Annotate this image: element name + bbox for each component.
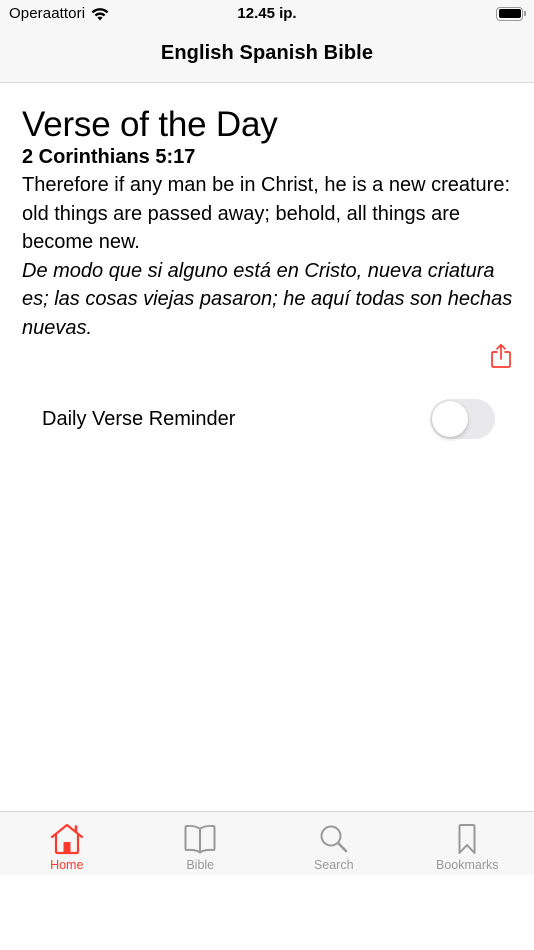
- share-icon: [491, 343, 511, 368]
- tab-bookmarks[interactable]: Bookmarks: [401, 812, 534, 875]
- tab-bible[interactable]: Bible: [134, 812, 268, 875]
- tab-bookmarks-label: Bookmarks: [435, 858, 499, 872]
- tab-home[interactable]: Home: [0, 812, 134, 875]
- battery-icon: [496, 6, 526, 21]
- tab-bible-label: Bible: [186, 858, 215, 872]
- bookmark-icon: [450, 823, 484, 855]
- book-icon: [183, 823, 217, 855]
- house-icon: [50, 823, 84, 855]
- daily-reminder-row: Daily Verse Reminder: [42, 398, 496, 440]
- battery-body: [496, 6, 523, 21]
- tab-bar: Home Bible Search Bookmarks: [0, 811, 534, 875]
- status-time: 12.45 ip.: [237, 5, 297, 22]
- battery-fill: [498, 9, 521, 18]
- top-bar: Operaattori 12.45 ip. English Spanish Bi…: [0, 0, 534, 83]
- toggle-knob: [432, 401, 468, 437]
- battery-cap: [524, 11, 526, 16]
- votd-spanish-text: De modo que si alguno está en Cristo, nu…: [22, 259, 513, 339]
- votd-reference: 2 Corinthians 5:17: [22, 146, 196, 168]
- tab-search[interactable]: Search: [267, 812, 401, 875]
- screen: Operaattori 12.45 ip. English Spanish Bi…: [0, 0, 534, 950]
- magnifying-glass-icon: [317, 823, 351, 855]
- tab-search-label: Search: [313, 858, 354, 872]
- daily-reminder-label: Daily Verse Reminder: [42, 408, 236, 430]
- daily-reminder-toggle[interactable]: [430, 399, 495, 439]
- nav-title: English Spanish Bible: [160, 42, 374, 64]
- verse-of-the-day-section: Verse of the Day 2 Corinthians 5:17 Ther…: [22, 104, 514, 342]
- votd-heading: Verse of the Day: [22, 105, 278, 144]
- status-bar: Operaattori 12.45 ip.: [0, 0, 534, 28]
- tab-home-label: Home: [50, 858, 84, 872]
- share-button[interactable]: [489, 343, 513, 369]
- votd-english-text: Therefore if any man be in Christ, he is…: [22, 174, 511, 253]
